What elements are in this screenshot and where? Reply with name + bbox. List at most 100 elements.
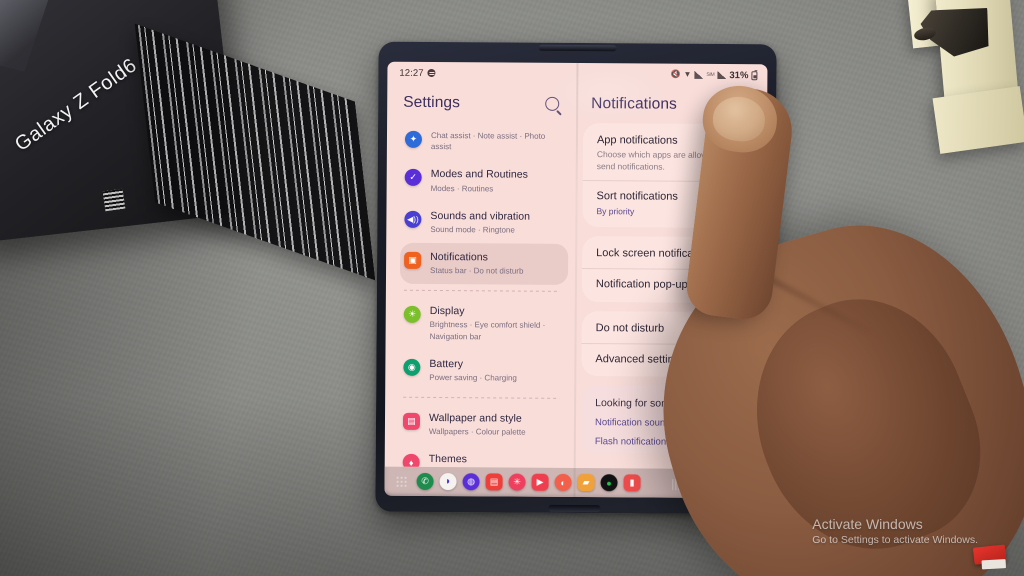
battery-settings-icon: ◉ (403, 358, 421, 376)
sidebar-item-battery[interactable]: ◉ Battery Power saving · Charging (399, 350, 567, 392)
sidebar-item-themes[interactable]: ♦ Themes Themes · Wallpapers · Icons (399, 445, 567, 468)
link-flash-notification[interactable]: Flash notification (581, 432, 755, 452)
recents-button[interactable]: ||| (662, 476, 689, 490)
ai-assist-icon: ✦ (404, 130, 423, 148)
sidebar-item-display[interactable]: ☀ Display Brightness · Eye comfort shiel… (399, 297, 567, 351)
row-title: App notifications (596, 134, 678, 147)
sim-icon: SIM (706, 71, 715, 78)
detail-header: Notifications (583, 85, 757, 124)
phone-app-icon[interactable]: ✆ (416, 472, 434, 491)
youtube-app-icon[interactable]: ▶ (531, 473, 549, 491)
settings-split-view: Settings ✦ Chat assist · Note assist · P… (385, 84, 768, 470)
signal-icon (694, 70, 704, 79)
sidebar-item-subtitle: Brightness · Eye comfort shield · Naviga… (429, 320, 546, 341)
sidebar-item-notifications[interactable]: ▣ Notifications Status bar · Do not dist… (399, 242, 569, 286)
messages-app-icon[interactable]: ◗ (439, 473, 457, 491)
notifications-card-2: Lock screen notifications Notification p… (581, 236, 757, 303)
spotify-app-icon[interactable]: ● (600, 474, 618, 492)
sidebar-item-subtitle: Chat assist · Note assist · Photo assist (430, 130, 546, 152)
sound-vibration-icon: ◀)) (404, 210, 422, 228)
row-app-notifications[interactable]: App notifications Choose which apps are … (583, 125, 757, 181)
sidebar-item-text: Display Brightness · Eye comfort shield … (430, 305, 560, 342)
sidebar-item-text: Notifications Status bar · Do not distur… (430, 251, 524, 277)
sidebar-item-title: Themes (428, 453, 468, 466)
row-sort-notifications[interactable]: Sort notifications By priority (582, 180, 757, 227)
taskbar[interactable]: ✆ ◗ ◍ ▤ ✳ ▶ ◐ ▰ ● ▮ ||| ‹ (384, 466, 765, 499)
sidebar-item-title: Wallpaper and style (428, 412, 522, 425)
signal2-icon (717, 70, 727, 80)
watermark-title: Activate Windows (812, 516, 923, 533)
screenshot-scene: Galaxy Z Fold6 12:27 🔇 ▼ SIM 31% Setting… (0, 0, 1024, 576)
sidebar-item-modes-and-routines[interactable]: ✓ Modes and Routines Modes · Routines (401, 160, 569, 202)
sidebar-group-3: ▤ Wallpaper and style Wallpapers · Colou… (399, 404, 568, 468)
white-paper (981, 559, 1006, 570)
sidebar-item-subtitle: Status bar · Do not disturb (430, 266, 524, 276)
link-notification-sound[interactable]: Notification sound (581, 413, 755, 433)
samsung-internet-app-icon[interactable]: ◍ (462, 473, 480, 491)
notifications-card-1: App notifications Choose which apps are … (582, 123, 758, 229)
row-subtitle: By priority (596, 205, 635, 216)
sidebar-item-text: Chat assist · Note assist · Photo assist (431, 130, 561, 153)
sidebar-item-title: Notifications (430, 250, 489, 264)
detail-title: Notifications (591, 95, 678, 113)
windows-activation-watermark: Activate Windows Go to Settings to activ… (812, 515, 978, 548)
status-icons: 🔇 ▼ SIM 31% (670, 69, 758, 81)
shopping-app-icon[interactable]: ▮ (623, 474, 641, 492)
sidebar-item-title: Display (429, 305, 465, 318)
row-lock-screen-notifications[interactable]: Lock screen notifications (582, 238, 756, 270)
wifi-icon: ▼ (683, 69, 692, 79)
sidebar-item-text: Battery Power saving · Charging (429, 358, 517, 384)
row-advanced-settings[interactable]: Advanced settings (581, 342, 756, 376)
row-subtitle: Choose which apps are allowed to send no… (596, 149, 727, 172)
page-title: Settings (403, 93, 461, 112)
row-title: Notification pop-up style (595, 278, 714, 292)
sidebar-item-sounds-and-vibration[interactable]: ◀)) Sounds and vibration Sound mode · Ri… (400, 201, 568, 243)
watermark-subtitle: Go to Settings to activate Windows. (812, 534, 978, 547)
files-app-icon[interactable]: ▰ (577, 474, 595, 492)
row-notification-popup-style[interactable]: Notification pop-up style (581, 268, 757, 301)
looking-for-something-else-card: Looking for something else? Notification… (580, 385, 756, 455)
sidebar-item-ai-assist[interactable]: ✦ Chat assist · Note assist · Photo assi… (401, 122, 569, 162)
photo-editor-app-icon[interactable]: ✳ (508, 473, 526, 491)
sidebar-item-subtitle: Modes · Routines (430, 183, 494, 193)
wood-block-lower (932, 86, 1024, 154)
sidebar-group-2: ☀ Display Brightness · Eye comfort shiel… (399, 297, 568, 392)
sidebar-item-text: Sounds and vibration Sound mode · Ringto… (430, 210, 530, 236)
back-button[interactable]: ‹ (731, 477, 753, 491)
notifications-icon: ▣ (404, 251, 422, 269)
sidebar-item-subtitle: Power saving · Charging (429, 372, 517, 383)
row-title: Do not disturb (595, 321, 665, 335)
galaxy-z-fold6-device: 12:27 🔇 ▼ SIM 31% Settings ✦ Chat assist… (375, 41, 777, 515)
home-icon[interactable] (704, 477, 716, 489)
sidebar-item-subtitle: Sound mode · Ringtone (430, 224, 515, 235)
looking-heading: Looking for something else? (595, 397, 727, 411)
settings-sidebar[interactable]: Settings ✦ Chat assist · Note assist · P… (385, 84, 578, 468)
modes-routines-icon: ✓ (404, 169, 422, 187)
device-screen: 12:27 🔇 ▼ SIM 31% Settings ✦ Chat assist… (384, 61, 768, 499)
display-icon: ☀ (403, 306, 421, 324)
mute-icon: 🔇 (670, 69, 681, 79)
sidebar-item-text: Modes and Routines Modes · Routines (431, 168, 528, 194)
sidebar-item-title: Modes and Routines (430, 168, 528, 182)
notifications-detail-pane: Notifications App notifications Choose w… (575, 85, 768, 469)
row-do-not-disturb[interactable]: Do not disturb (582, 313, 756, 345)
box-qr-code (102, 188, 126, 212)
notifications-card-3: Do not disturb Advanced settings (581, 310, 756, 378)
all-apps-icon[interactable] (396, 476, 407, 487)
sidebar-item-title: Battery (429, 357, 464, 371)
sidebar-item-title: Sounds and vibration (430, 209, 531, 223)
sidebar-header: Settings (401, 84, 569, 123)
sidebar-group-1: ✦ Chat assist · Note assist · Photo assi… (399, 122, 569, 286)
opera-app-icon[interactable]: ◐ (554, 473, 572, 491)
sidebar-item-text: Wallpaper and style Wallpapers · Colour … (429, 412, 526, 438)
row-title: Advanced settings (595, 353, 686, 366)
sidebar-item-subtitle: Wallpapers · Colour palette (428, 427, 526, 437)
battery-percent: 31% (729, 69, 749, 81)
sidebar-item-text: Themes Themes · Wallpapers · Icons (429, 453, 531, 468)
status-bar: 12:27 🔇 ▼ SIM 31% (387, 62, 767, 87)
search-icon[interactable] (545, 96, 560, 111)
red-object (971, 542, 1012, 572)
battery-icon (751, 70, 758, 80)
notes-app-icon[interactable]: ▤ (485, 473, 503, 491)
sidebar-item-wallpaper-and-style[interactable]: ▤ Wallpaper and style Wallpapers · Colou… (399, 404, 567, 446)
